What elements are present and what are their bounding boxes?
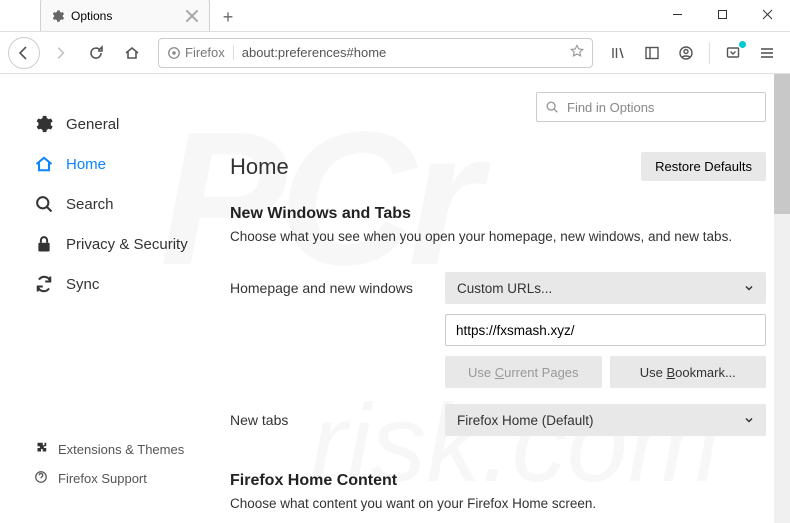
sidebar-item-privacy[interactable]: Privacy & Security — [30, 224, 210, 264]
minimize-button[interactable] — [655, 0, 700, 28]
chevron-down-icon — [744, 413, 754, 428]
menu-icon[interactable] — [752, 38, 782, 68]
sidebar-item-search[interactable]: Search — [30, 184, 210, 224]
page-heading: Home — [230, 154, 289, 180]
puzzle-icon — [34, 441, 48, 458]
use-bookmark-button[interactable]: Use Bookmark... — [610, 356, 767, 388]
reload-button[interactable] — [80, 37, 112, 69]
address-bar[interactable]: Firefox about:preferences#home — [158, 38, 593, 68]
toolbar-separator — [709, 42, 710, 64]
tab-options[interactable]: Options — [40, 0, 210, 31]
support-label: Firefox Support — [58, 471, 147, 486]
close-tab-icon[interactable] — [185, 9, 199, 23]
account-icon[interactable] — [671, 38, 701, 68]
section-home-content-heading: Firefox Home Content — [230, 472, 766, 490]
sidebar-item-home[interactable]: Home — [30, 144, 210, 184]
home-icon — [34, 154, 54, 174]
homepage-buttons: Use Current Pages Use Bookmark... — [445, 356, 766, 388]
window-close-button[interactable] — [745, 0, 790, 28]
maximize-button[interactable] — [700, 0, 745, 28]
question-icon — [34, 470, 48, 487]
select-value: Firefox Home (Default) — [457, 413, 594, 428]
lock-icon — [34, 234, 54, 254]
gear-icon — [51, 9, 65, 23]
forward-button[interactable] — [44, 37, 76, 69]
sidebar-item-general[interactable]: General — [30, 104, 210, 144]
use-current-pages-button[interactable]: Use Current Pages — [445, 356, 602, 388]
preferences-main: Find in Options Home Restore Defaults Ne… — [210, 74, 790, 523]
url-text: about:preferences#home — [242, 45, 562, 60]
firefox-icon — [167, 46, 181, 60]
pocket-icon[interactable] — [718, 38, 748, 68]
section-home-content-desc: Choose what content you want on your Fir… — [230, 496, 766, 511]
sidebar-label: Privacy & Security — [66, 236, 188, 253]
restore-defaults-button[interactable]: Restore Defaults — [641, 152, 766, 181]
home-button[interactable] — [116, 37, 148, 69]
library-icon[interactable] — [603, 38, 633, 68]
options-search[interactable]: Find in Options — [536, 92, 766, 122]
scrollbar-thumb[interactable] — [774, 74, 790, 214]
section-new-windows-desc: Choose what you see when you open your h… — [230, 229, 766, 244]
homepage-label: Homepage and new windows — [230, 280, 445, 296]
sidebar-item-sync[interactable]: Sync — [30, 264, 210, 304]
sidebar-icon[interactable] — [637, 38, 667, 68]
search-icon — [34, 194, 54, 214]
sync-icon — [34, 274, 54, 294]
titlebar: Options + — [0, 0, 790, 32]
homepage-url-input[interactable] — [445, 314, 766, 346]
gear-icon — [34, 114, 54, 134]
new-tab-button[interactable]: + — [214, 3, 242, 31]
newtabs-select[interactable]: Firefox Home (Default) — [445, 404, 766, 436]
window-controls — [655, 0, 790, 28]
bookmark-star-icon[interactable] — [570, 44, 584, 61]
sidebar-label: Search — [66, 196, 114, 213]
homepage-mode-select[interactable]: Custom URLs... — [445, 272, 766, 304]
sidebar-extensions[interactable]: Extensions & Themes — [30, 435, 184, 464]
url-toolbar: Firefox about:preferences#home — [0, 32, 790, 74]
vertical-scrollbar[interactable] — [774, 74, 790, 523]
identity-box[interactable]: Firefox — [167, 45, 234, 60]
identity-label: Firefox — [185, 45, 225, 60]
search-icon — [545, 100, 559, 114]
chevron-down-icon — [744, 281, 754, 296]
preferences-content: General Home Search Privacy & Security S… — [0, 74, 790, 523]
tab-title: Options — [71, 9, 112, 23]
sidebar-label: Home — [66, 156, 106, 173]
back-button[interactable] — [8, 37, 40, 69]
select-value: Custom URLs... — [457, 281, 552, 296]
sidebar-support[interactable]: Firefox Support — [30, 464, 184, 493]
newtabs-label: New tabs — [230, 412, 445, 428]
sidebar-label: Sync — [66, 276, 99, 293]
section-new-windows-heading: New Windows and Tabs — [230, 205, 766, 223]
sidebar-label: General — [66, 116, 119, 133]
ext-label: Extensions & Themes — [58, 442, 184, 457]
search-placeholder: Find in Options — [567, 100, 654, 115]
preferences-sidebar: General Home Search Privacy & Security S… — [0, 74, 210, 523]
sidebar-bottom: Extensions & Themes Firefox Support — [30, 435, 184, 493]
